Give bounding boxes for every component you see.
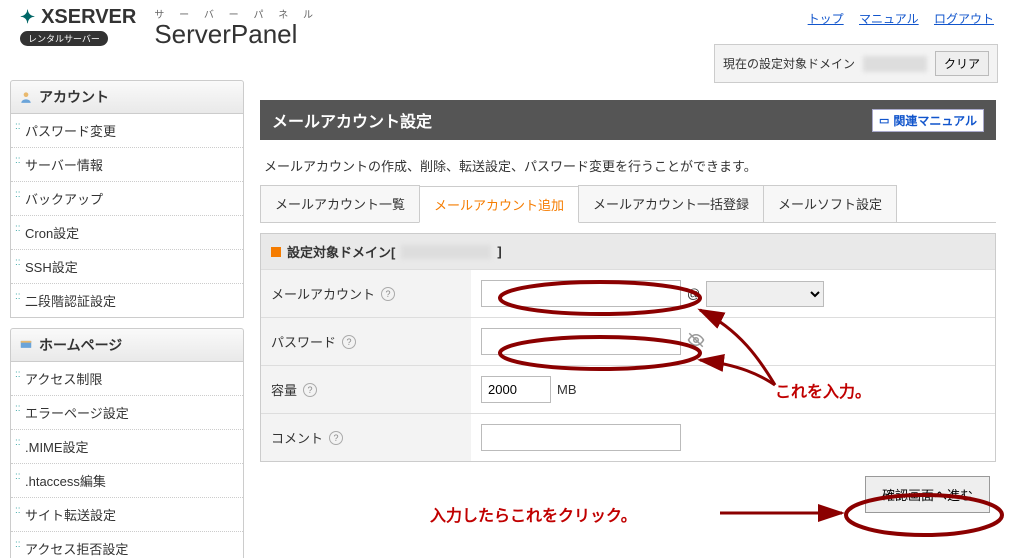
nav-logout[interactable]: ログアウト — [934, 12, 994, 26]
confirm-button[interactable]: 確認画面へ進む — [865, 476, 990, 513]
tab-mail-soft[interactable]: メールソフト設定 — [763, 185, 897, 222]
xserver-logo-icon: ✦ — [20, 7, 35, 28]
current-domain-label: 現在の設定対象ドメイン — [723, 55, 855, 72]
sidebar-item-password[interactable]: パスワード変更 — [11, 114, 243, 147]
form-head-suffix: ] — [497, 244, 501, 259]
label-password: パスワード — [271, 332, 336, 351]
sidebar-item-backup[interactable]: バックアップ — [11, 181, 243, 215]
at-symbol: @ — [687, 286, 700, 301]
sidebar-item-serverinfo[interactable]: サーバー情報 — [11, 147, 243, 181]
sidebar-item-error-page[interactable]: エラーページ設定 — [11, 395, 243, 429]
capacity-input[interactable] — [481, 376, 551, 403]
clear-button[interactable]: クリア — [935, 51, 989, 76]
domain-select[interactable] — [706, 281, 824, 307]
help-icon[interactable]: ? — [329, 431, 343, 445]
label-comment: コメント — [271, 428, 323, 447]
capacity-unit: MB — [557, 382, 577, 397]
brand-name: XSERVER — [41, 6, 136, 29]
related-manual-button[interactable]: 関連マニュアル — [872, 109, 984, 132]
nav-manual[interactable]: マニュアル — [859, 12, 919, 26]
password-input[interactable] — [481, 328, 681, 355]
brand-subtitle: レンタルサーバー — [20, 31, 108, 46]
sidebar-item-redirect[interactable]: サイト転送設定 — [11, 497, 243, 531]
page-title: メールアカウント設定 — [272, 108, 432, 132]
help-icon[interactable]: ? — [342, 335, 356, 349]
sidebar-section-homepage: ホームページ — [39, 335, 122, 355]
sidebar-item-mime[interactable]: .MIME設定 — [11, 429, 243, 463]
sidebar-item-deny[interactable]: アクセス拒否設定 — [11, 531, 243, 558]
form-head-bullet-icon — [271, 247, 281, 257]
nav-top[interactable]: トップ — [808, 12, 844, 26]
mail-account-input[interactable] — [481, 280, 681, 307]
help-icon[interactable]: ? — [381, 287, 395, 301]
current-domain-value — [863, 56, 927, 72]
homepage-section-icon — [19, 338, 33, 352]
comment-input[interactable] — [481, 424, 681, 451]
sidebar-item-htaccess[interactable]: .htaccess編集 — [11, 463, 243, 497]
help-icon[interactable]: ? — [303, 383, 317, 397]
sidebar-item-ssh[interactable]: SSH設定 — [11, 249, 243, 283]
toggle-visibility-icon[interactable] — [687, 331, 705, 353]
account-section-icon — [19, 90, 33, 104]
tab-mail-list[interactable]: メールアカウント一覧 — [260, 185, 420, 222]
sidebar-item-access-limit[interactable]: アクセス制限 — [11, 362, 243, 395]
label-capacity: 容量 — [271, 380, 297, 399]
page-lead: メールアカウントの作成、削除、転送設定、パスワード変更を行うことができます。 — [260, 140, 996, 185]
label-mail-account: メールアカウント — [271, 284, 375, 303]
sidebar-item-cron[interactable]: Cron設定 — [11, 215, 243, 249]
sidebar-section-account: アカウント — [39, 87, 109, 107]
tab-mail-add[interactable]: メールアカウント追加 — [419, 186, 579, 223]
form-head-domain — [401, 245, 491, 259]
sidebar-item-2fa[interactable]: 二段階認証設定 — [11, 283, 243, 317]
tab-mail-bulk[interactable]: メールアカウント一括登録 — [578, 185, 764, 222]
panel-title: ServerPanel — [154, 19, 319, 50]
form-head-prefix: 設定対象ドメイン[ — [287, 242, 395, 261]
